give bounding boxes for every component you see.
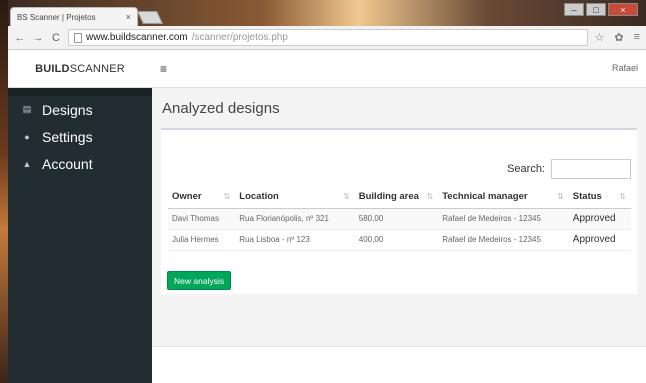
search-label: Search: — [507, 163, 545, 175]
page-title: Analyzed designs — [162, 100, 280, 117]
gear-icon: ● — [24, 131, 30, 142]
cell-status: Approved — [568, 208, 631, 230]
url-host: www.buildscanner.com — [86, 32, 188, 43]
column-technical-manager[interactable]: Technical manager ⇅ — [438, 186, 569, 209]
tab-title: BS Scanner | Projetos — [17, 12, 96, 22]
column-label: Location — [239, 191, 279, 203]
column-building-area[interactable]: Building area ⇅ — [354, 186, 439, 209]
window-controls: – □ × — [564, 3, 638, 16]
cell-building-area: 580,00 — [354, 208, 439, 230]
cell-building-area: 400,00 — [354, 229, 439, 251]
table-row[interactable]: Davi Thomas Rua Florianópolis, nº 321 58… — [168, 208, 631, 230]
search-input[interactable] — [551, 159, 631, 179]
designs-box: Search: Owner ⇅ Location ⇅ Building area ⇅ … — [161, 128, 637, 294]
tab-close-icon[interactable]: × — [126, 12, 131, 22]
bookmark-star-icon[interactable]: ☆ — [594, 31, 604, 44]
minimize-button[interactable]: – — [564, 3, 584, 16]
column-label: Owner — [172, 191, 202, 203]
brand-light: SCANNER — [69, 63, 125, 75]
column-label: Status — [572, 191, 602, 203]
sort-icon: ⇅ — [619, 192, 626, 201]
main-content: Analyzed designs Search: Owner ⇅ Location… — [152, 88, 646, 383]
sidebar-item-label: Account — [42, 155, 93, 172]
sidebar-header — [8, 88, 152, 96]
sidebar: ▤ Designs ● Settings ▲ Account — [8, 88, 152, 383]
sidebar-item-settings[interactable]: ● Settings — [8, 123, 152, 150]
search-area: Search: — [507, 159, 631, 179]
browser-tab[interactable]: BS Scanner | Projetos × — [10, 7, 138, 26]
url-path: /scanner/projetos.php — [191, 32, 288, 43]
app: BUILD SCANNER ≡ Rafael ▤ Designs ● Settin… — [8, 50, 646, 383]
user-icon: ▲ — [22, 158, 32, 169]
column-location[interactable]: Location ⇅ — [235, 186, 355, 209]
browser-menu-icon[interactable]: ≡ — [634, 31, 640, 44]
column-label: Building area — [358, 191, 419, 203]
column-label: Technical manager — [442, 191, 528, 203]
brand-bold: BUILD — [35, 63, 70, 75]
column-owner[interactable]: Owner ⇅ — [168, 186, 236, 209]
sidebar-item-account[interactable]: ▲ Account — [8, 150, 152, 177]
top-navbar: BUILD SCANNER ≡ Rafael — [8, 50, 646, 88]
menu-toggle-icon[interactable]: ≡ — [160, 62, 167, 76]
cell-location: Rua Florianópolis, nº 321 — [235, 208, 355, 230]
column-status[interactable]: Status ⇅ — [568, 186, 631, 209]
sidebar-item-label: Designs — [42, 101, 93, 118]
browser-window: BS Scanner | Projetos × – □ × ← → C www.… — [8, 0, 646, 383]
cell-location: Rua Lisboa - nº 123 — [235, 229, 355, 251]
brand-logo[interactable]: BUILD SCANNER — [8, 50, 152, 88]
sort-icon: ⇅ — [426, 192, 434, 201]
page-footer — [152, 346, 646, 383]
cell-technical-manager: Rafael de Medeiros - 12345 — [438, 229, 569, 251]
cell-owner: Davi Thomas — [168, 208, 236, 230]
cell-technical-manager: Rafael de Medeiros - 12345 — [438, 208, 569, 230]
sidebar-item-designs[interactable]: ▤ Designs — [8, 96, 152, 123]
address-bar: ← → C www.buildscanner.com/scanner/proje… — [8, 26, 646, 50]
cell-owner: Julia Hermes — [168, 229, 236, 251]
close-window-button[interactable]: × — [608, 3, 638, 16]
maximize-button[interactable]: □ — [586, 3, 606, 16]
sort-icon: ⇅ — [343, 192, 350, 201]
sidebar-item-label: Settings — [42, 128, 93, 145]
back-icon[interactable]: ← — [14, 32, 26, 44]
user-name[interactable]: Rafael — [612, 63, 638, 73]
page-icon — [74, 32, 82, 43]
document-icon: ▤ — [22, 104, 32, 114]
table-header-row: Owner ⇅ Location ⇅ Building area ⇅ Technica… — [168, 186, 631, 209]
designs-table: Owner ⇅ Location ⇅ Building area ⇅ Technica… — [168, 186, 631, 251]
table-row[interactable]: Julia Hermes Rua Lisboa - nº 123 400,00 … — [168, 229, 631, 251]
url-field[interactable]: www.buildscanner.com/scanner/projetos.ph… — [68, 29, 589, 46]
new-analysis-button[interactable]: New analysis — [167, 271, 232, 290]
title-bar: BS Scanner | Projetos × – □ × — [8, 0, 646, 26]
forward-icon[interactable]: → — [32, 32, 44, 44]
sort-icon: ⇅ — [223, 192, 231, 201]
extension-icon[interactable]: ✿ — [614, 31, 623, 44]
cell-status: Approved — [568, 229, 631, 251]
sort-icon: ⇅ — [557, 192, 564, 201]
reload-icon[interactable]: C — [50, 32, 62, 44]
new-tab-button[interactable] — [136, 11, 164, 24]
